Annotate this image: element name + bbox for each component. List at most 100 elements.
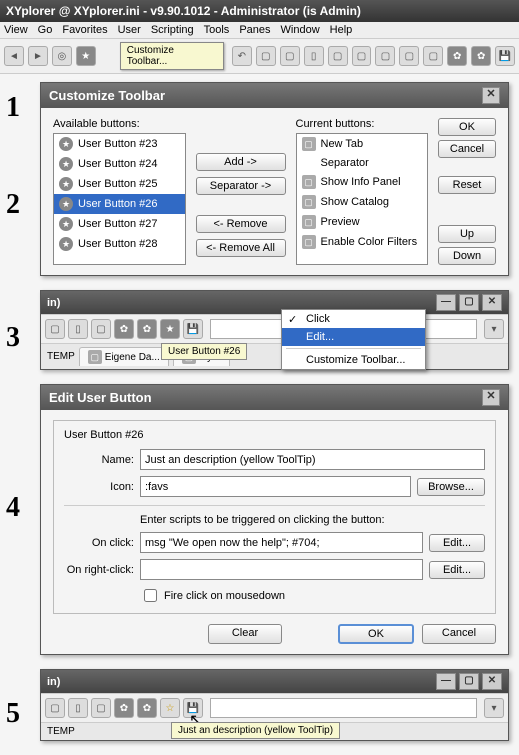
tb-icon[interactable]: ▢ (423, 46, 443, 66)
info-icon: ▢ (302, 175, 316, 189)
gear-icon[interactable]: ✿ (137, 319, 157, 339)
list-item[interactable]: ★User Button #27 (54, 214, 185, 234)
tb-icon[interactable]: ▯ (68, 319, 88, 339)
tab-temp[interactable]: TEMP (47, 351, 75, 362)
undo-icon[interactable]: ↶ (232, 46, 252, 66)
list-item[interactable]: ★User Button #24 (54, 154, 185, 174)
list-item[interactable]: ▢New Tab (297, 134, 428, 154)
clear-button[interactable]: Clear (208, 624, 282, 644)
tab-temp[interactable]: TEMP (47, 726, 75, 737)
maximize-icon[interactable]: ▢ (459, 673, 479, 690)
available-list[interactable]: ★User Button #23 ★User Button #24 ★User … (53, 133, 186, 265)
menu-bar: View Go Favorites User Scripting Tools P… (0, 22, 519, 39)
tb-icon[interactable]: ▢ (45, 698, 65, 718)
tb-icon[interactable]: ▢ (91, 698, 111, 718)
panel-title: in) (47, 676, 60, 688)
dropdown-icon[interactable]: ▾ (484, 319, 504, 339)
tb-icon[interactable]: ▢ (45, 319, 65, 339)
icon-input[interactable] (140, 476, 411, 497)
address-bar[interactable] (210, 698, 477, 718)
list-item[interactable]: ▢Show Info Panel (297, 172, 428, 192)
tb-icon[interactable]: ▢ (399, 46, 419, 66)
cancel-button[interactable]: Cancel (438, 140, 496, 158)
tb-icon[interactable]: ▯ (68, 698, 88, 718)
back-icon[interactable]: ◄ (4, 46, 24, 66)
current-list[interactable]: ▢New Tab Separator ▢Show Info Panel ▢Sho… (296, 133, 429, 265)
onclick-input[interactable] (140, 532, 423, 553)
menu-window[interactable]: Window (281, 24, 320, 36)
dropdown-icon[interactable]: ▾ (484, 698, 504, 718)
gear-icon[interactable]: ✿ (137, 698, 157, 718)
list-item[interactable]: ▢Enable Color Filters (297, 232, 428, 252)
button-header: User Button #26 (64, 429, 485, 441)
ok-button[interactable]: OK (338, 624, 414, 644)
close-icon[interactable]: ✕ (482, 389, 500, 406)
menu-go[interactable]: Go (38, 24, 53, 36)
current-label: Current buttons: (296, 118, 429, 130)
reset-button[interactable]: Reset (438, 176, 496, 194)
save-icon[interactable]: 💾 (495, 46, 515, 66)
list-item[interactable]: ★User Button #23 (54, 134, 185, 154)
name-input[interactable] (140, 449, 485, 470)
remove-all-button[interactable]: <- Remove All (196, 239, 286, 257)
save-icon[interactable]: 💾 (183, 319, 203, 339)
forward-icon[interactable]: ► (28, 46, 48, 66)
down-button[interactable]: Down (438, 247, 496, 265)
menu-user[interactable]: User (118, 24, 141, 36)
browse-button[interactable]: Browse... (417, 478, 485, 496)
ctx-customize[interactable]: Customize Toolbar... (282, 351, 425, 369)
list-item[interactable]: ▢Show Catalog (297, 192, 428, 212)
gear-icon[interactable]: ✿ (114, 319, 134, 339)
cancel-button[interactable]: Cancel (422, 624, 496, 644)
panel-toolbar: ▢ ▯ ▢ ✿ ✿ ★ 💾 ▾ User Button #26 ✓Click E… (41, 314, 508, 344)
window-panel: in) —▢✕ ▢ ▯ ▢ ✿ ✿ ★ 💾 ▾ User Button #26 … (40, 290, 509, 370)
tb-icon[interactable]: ▢ (352, 46, 372, 66)
ok-button[interactable]: OK (438, 118, 496, 136)
menu-scripting[interactable]: Scripting (151, 24, 194, 36)
panes1-icon[interactable]: ▯ (304, 46, 324, 66)
gear-icon[interactable]: ✿ (114, 698, 134, 718)
close-icon[interactable]: ✕ (482, 294, 502, 311)
gear-icon[interactable]: ✿ (471, 46, 491, 66)
newtab-icon: ▢ (302, 137, 316, 151)
tab[interactable]: ▢Eigene Da... (79, 347, 169, 366)
preview-icon: ▢ (302, 215, 316, 229)
tb-icon[interactable]: ▢ (256, 46, 276, 66)
menu-favorites[interactable]: Favorites (62, 24, 107, 36)
fav-star-icon[interactable]: ☆ (160, 698, 180, 718)
up-button[interactable]: Up (438, 225, 496, 243)
maximize-icon[interactable]: ▢ (459, 294, 479, 311)
list-item[interactable]: ★User Button #25 (54, 174, 185, 194)
gear-icon[interactable]: ✿ (447, 46, 467, 66)
target-icon[interactable]: ◎ (52, 46, 72, 66)
star-icon[interactable]: ★ (160, 319, 180, 339)
save-icon[interactable]: 💾 (183, 698, 203, 718)
star-icon[interactable]: ★ (76, 46, 96, 66)
onrightclick-input[interactable] (140, 559, 423, 580)
minimize-icon[interactable]: — (436, 673, 456, 690)
minimize-icon[interactable]: — (436, 294, 456, 311)
fire-checkbox[interactable] (144, 589, 157, 602)
remove-button[interactable]: <- Remove (196, 215, 286, 233)
list-item[interactable]: ★User Button #28 (54, 234, 185, 254)
tb-icon[interactable]: ▢ (280, 46, 300, 66)
ctx-click[interactable]: ✓Click (282, 310, 425, 328)
menu-panes[interactable]: Panes (239, 24, 270, 36)
tb-icon[interactable]: ▢ (91, 319, 111, 339)
tb-icon[interactable]: ▢ (375, 46, 395, 66)
panes2-icon[interactable]: ▢ (328, 46, 348, 66)
edit-button[interactable]: Edit... (429, 534, 485, 552)
close-icon[interactable]: ✕ (482, 87, 500, 104)
menu-help[interactable]: Help (330, 24, 353, 36)
close-icon[interactable]: ✕ (482, 673, 502, 690)
edit-button[interactable]: Edit... (429, 561, 485, 579)
list-item[interactable]: Separator (297, 154, 428, 172)
list-item[interactable]: ▢Preview (297, 212, 428, 232)
ctx-edit[interactable]: Edit... (282, 328, 425, 346)
add-button[interactable]: Add -> (196, 153, 286, 171)
menu-view[interactable]: View (4, 24, 28, 36)
list-item-selected[interactable]: ★User Button #26 (54, 194, 185, 214)
user-button-icon: ★ (59, 237, 73, 251)
menu-tools[interactable]: Tools (204, 24, 230, 36)
separator-button[interactable]: Separator -> (196, 177, 286, 195)
